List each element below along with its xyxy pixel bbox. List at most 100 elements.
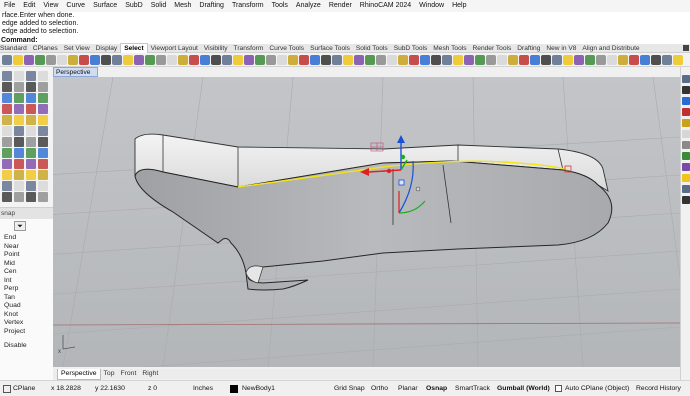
select-tool-icon[interactable] (79, 54, 89, 65)
panel-icon[interactable] (682, 196, 690, 204)
osnap-option-disable[interactable]: Disable (4, 342, 27, 349)
menu-item-mesh[interactable]: Mesh (170, 0, 195, 12)
select-tool-icon[interactable] (640, 54, 650, 65)
select-tool-icon[interactable] (255, 54, 265, 65)
modeling-tool-icon[interactable] (26, 170, 36, 180)
menu-item-surface[interactable]: Surface (89, 0, 121, 12)
tab-viewport-layout[interactable]: Viewport Layout (148, 44, 201, 53)
modeling-tool-icon[interactable] (2, 181, 12, 191)
select-tool-icon[interactable] (35, 54, 45, 65)
select-tool-icon[interactable] (442, 54, 452, 65)
menu-item-render[interactable]: Render (325, 0, 356, 12)
tab-curve-tools[interactable]: Curve Tools (266, 44, 307, 53)
record-history-toggle[interactable]: Record History (636, 381, 681, 396)
modeling-tool-icon[interactable] (2, 192, 12, 202)
select-tool-icon[interactable] (200, 54, 210, 65)
select-tool-icon[interactable] (574, 54, 584, 65)
tab-visibility[interactable]: Visibility (201, 44, 231, 53)
modeling-tool-icon[interactable] (38, 159, 48, 169)
select-tool-icon[interactable] (563, 54, 573, 65)
perspective-viewport[interactable]: x (53, 77, 680, 367)
select-tool-icon[interactable] (420, 54, 430, 65)
modeling-tool-icon[interactable] (38, 71, 48, 81)
select-tool-icon[interactable] (101, 54, 111, 65)
osnap-option-cen[interactable]: Cen (4, 268, 16, 275)
select-tool-icon[interactable] (321, 54, 331, 65)
select-tool-icon[interactable] (145, 54, 155, 65)
panel-icon[interactable] (682, 141, 690, 149)
osnap-option-project[interactable]: Project (4, 328, 25, 335)
select-tool-icon[interactable] (508, 54, 518, 65)
select-tool-icon[interactable] (2, 54, 12, 65)
tab-mesh-tools[interactable]: Mesh Tools (430, 44, 469, 53)
modeling-tool-icon[interactable] (14, 93, 24, 103)
select-tool-icon[interactable] (453, 54, 463, 65)
select-tool-icon[interactable] (673, 54, 683, 65)
menu-item-transform[interactable]: Transform (228, 0, 268, 12)
select-tool-icon[interactable] (519, 54, 529, 65)
select-tool-icon[interactable] (409, 54, 419, 65)
modeling-tool-icon[interactable] (38, 137, 48, 147)
view-tab-front[interactable]: Front (117, 369, 139, 379)
osnap-option-int[interactable]: Int (4, 277, 12, 284)
select-tool-icon[interactable] (156, 54, 166, 65)
select-tool-icon[interactable] (310, 54, 320, 65)
panel-icon[interactable] (682, 163, 690, 171)
tab-set-view[interactable]: Set View (61, 44, 93, 53)
tab-display[interactable]: Display (93, 44, 121, 53)
select-tool-icon[interactable] (530, 54, 540, 65)
select-tool-icon[interactable] (629, 54, 639, 65)
modeling-tool-icon[interactable] (26, 137, 36, 147)
select-tool-icon[interactable] (585, 54, 595, 65)
tab-render-tools[interactable]: Render Tools (470, 44, 515, 53)
menu-item-subd[interactable]: SubD (121, 0, 147, 12)
units-label[interactable]: Inches (193, 381, 213, 396)
panel-icon[interactable] (682, 97, 690, 105)
modeling-tool-icon[interactable] (26, 104, 36, 114)
modeling-tool-icon[interactable] (26, 192, 36, 202)
select-tool-icon[interactable] (618, 54, 628, 65)
modeling-tool-icon[interactable] (38, 82, 48, 92)
modeling-tool-icon[interactable] (14, 181, 24, 191)
modeling-tool-icon[interactable] (38, 115, 48, 125)
select-tool-icon[interactable] (134, 54, 144, 65)
select-tool-icon[interactable] (343, 54, 353, 65)
modeling-tool-icon[interactable] (14, 104, 24, 114)
viewport-label[interactable]: Perspective ▾ (53, 67, 98, 85)
auto-cplane-checkbox[interactable] (555, 385, 562, 392)
select-tool-icon[interactable] (222, 54, 232, 65)
tab-subd-tools[interactable]: SubD Tools (391, 44, 431, 53)
select-tool-icon[interactable] (475, 54, 485, 65)
panel-icon[interactable] (682, 119, 690, 127)
panel-icon[interactable] (682, 152, 690, 160)
modeling-tool-icon[interactable] (38, 170, 48, 180)
select-tool-icon[interactable] (90, 54, 100, 65)
select-tool-icon[interactable] (189, 54, 199, 65)
select-tool-icon[interactable] (211, 54, 221, 65)
view-tab-top[interactable]: Top (101, 369, 118, 379)
osnap-option-tan[interactable]: Tan (4, 294, 15, 301)
menu-item-tools[interactable]: Tools (268, 0, 292, 12)
osnap-option-end[interactable]: End (4, 234, 16, 241)
menu-item-curve[interactable]: Curve (62, 0, 89, 12)
select-tool-icon[interactable] (464, 54, 474, 65)
select-tool-icon[interactable] (57, 54, 67, 65)
select-tool-icon[interactable] (497, 54, 507, 65)
ortho-toggle[interactable]: Ortho (371, 381, 388, 396)
tab-select[interactable]: Select (120, 43, 148, 53)
modeling-tool-icon[interactable] (38, 93, 48, 103)
osnap-option-vertex[interactable]: Vertex (4, 319, 23, 326)
modeling-tool-icon[interactable] (26, 181, 36, 191)
panel-icon[interactable] (682, 174, 690, 182)
view-tab-perspective[interactable]: Perspective (57, 368, 101, 380)
osnap-option-knot[interactable]: Knot (4, 311, 18, 318)
select-tool-icon[interactable] (607, 54, 617, 65)
select-tool-icon[interactable] (13, 54, 23, 65)
toolbar-options-icon[interactable] (683, 45, 689, 51)
osnap-option-perp[interactable]: Perp (4, 285, 18, 292)
menu-item-drafting[interactable]: Drafting (195, 0, 228, 12)
select-tool-icon[interactable] (651, 54, 661, 65)
select-tool-icon[interactable] (387, 54, 397, 65)
modeling-tool-icon[interactable] (38, 126, 48, 136)
modeling-tool-icon[interactable] (14, 115, 24, 125)
